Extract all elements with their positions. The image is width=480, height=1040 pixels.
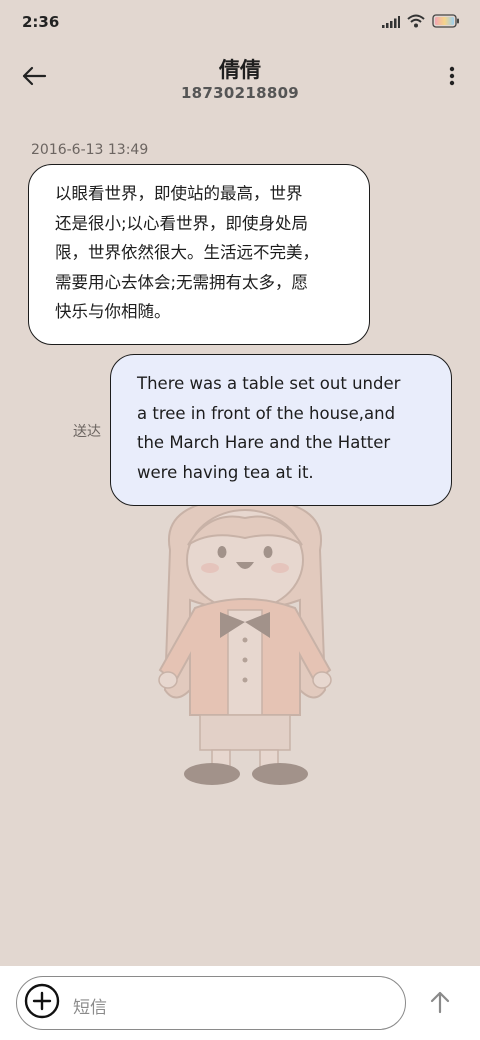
message-line: the March Hare and the Hatter	[137, 433, 391, 452]
delivery-status: 送达	[73, 424, 101, 440]
add-circle-icon	[24, 983, 60, 1023]
incoming-message-bubble[interactable]: 以眼看世界，即使站的最高，世界 还是很小;以心看世界，即使身处局 限，世界依然很…	[28, 164, 370, 345]
more-vertical-icon	[449, 66, 455, 90]
message-input[interactable]: 短信	[16, 976, 406, 1030]
contact-name: 倩倩	[219, 58, 261, 82]
status-bar: 2:36	[0, 0, 480, 44]
background-illustration	[158, 496, 332, 785]
outgoing-message-bubble[interactable]: There was a table set out under a tree i…	[110, 354, 452, 506]
conversation-header: 倩倩 18730218809	[0, 44, 480, 116]
status-time: 2:36	[22, 13, 60, 31]
wifi-icon	[407, 13, 425, 32]
signal-icon	[382, 13, 400, 32]
message-timestamp: 2016-6-13 13:49	[31, 142, 149, 158]
message-input-placeholder: 短信	[73, 998, 107, 1018]
message-line: 还是很小;以心看世界，即使身处局	[55, 213, 309, 233]
message-line: 需要用心去体会;无需拥有太多，愿	[55, 272, 309, 292]
send-button[interactable]	[426, 990, 454, 1018]
add-attachment-button[interactable]	[23, 983, 61, 1023]
battery-icon	[432, 13, 460, 32]
message-line: a tree in front of the house,and	[137, 403, 396, 423]
message-line: There was a table set out under	[137, 374, 401, 393]
contact-phone-number: 18730218809	[180, 84, 300, 102]
message-line: 以眼看世界，即使站的最高，世界	[55, 184, 303, 203]
message-line: were having tea at it.	[137, 462, 314, 482]
send-arrow-up-icon	[429, 990, 451, 1018]
status-icons	[382, 13, 460, 32]
message-line: 快乐与你相随。	[55, 302, 171, 321]
more-options-button[interactable]	[444, 60, 460, 96]
message-line: 限，世界依然很大。生活远不完美，	[55, 243, 319, 262]
compose-bar: 短信	[0, 966, 480, 1040]
